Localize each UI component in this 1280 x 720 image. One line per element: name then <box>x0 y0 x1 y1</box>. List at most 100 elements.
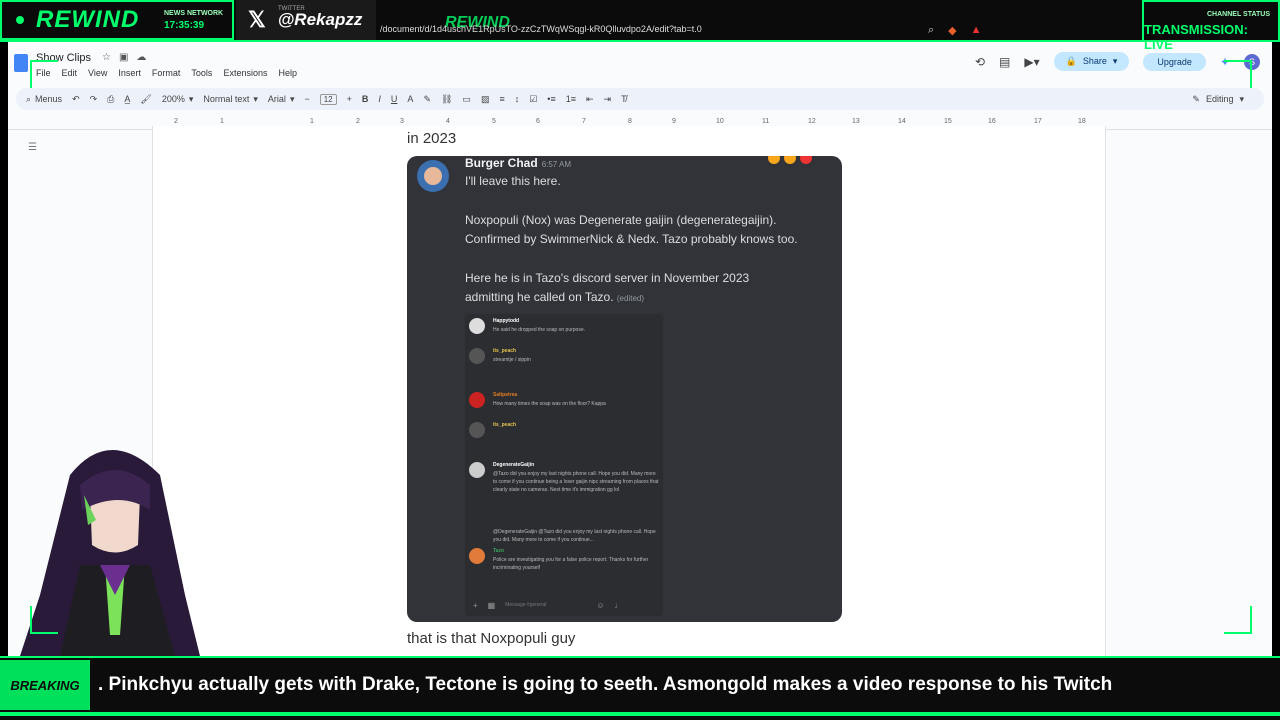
embed-username: DegenerateGaijin <box>493 462 535 468</box>
message-line: Noxpopuli (Nox) was Degenerate gaijin (d… <box>465 213 777 227</box>
avatar <box>469 462 485 478</box>
paint-format-icon[interactable]: 🖌 <box>140 94 151 105</box>
share-button[interactable]: 🔒 Share ▾ <box>1053 52 1130 71</box>
document-page[interactable]: in 2023 Burger Chad 6:57 AM I'll leave th… <box>152 126 1106 666</box>
lock-icon: 🔒 <box>1065 56 1077 66</box>
numbered-list-icon[interactable]: 1≡ <box>566 94 576 104</box>
style-value: Normal text <box>203 94 250 104</box>
zoom-value: 200% <box>161 94 185 104</box>
embed-text: streamtje / sippin <box>493 357 531 363</box>
spellcheck-icon[interactable]: A̲ <box>124 94 130 104</box>
menu-help[interactable]: Help <box>278 68 297 78</box>
message-line: admitting he called on Tazo. (edited) <box>465 288 644 308</box>
chevron-down-icon: ▾ <box>1112 56 1118 66</box>
message-line: Here he is in Tazo's discord server in N… <box>465 271 750 285</box>
embed-username: Saltpetrea <box>493 392 518 398</box>
font-size-input[interactable]: 12 <box>319 93 337 105</box>
warning-icon[interactable]: ▲ <box>971 24 982 37</box>
redo-icon[interactable]: ↷ <box>90 94 98 105</box>
undo-icon[interactable]: ↶ <box>72 94 80 105</box>
meet-icon[interactable]: ▶▾ <box>1024 55 1039 69</box>
message-line: Confirmed by SwimmerNick & Nedx. Tazo pr… <box>465 232 798 246</box>
header-actions: ⟲ ▤ ▶▾ 🔒 Share ▾ Upgrade ✦ S <box>975 52 1260 71</box>
decrease-font-icon[interactable]: − <box>304 94 309 104</box>
address-bar[interactable]: /document/d/1d4uschVE1RpUsTO-zzCzTWqWSqg… <box>380 24 702 34</box>
zoom-select[interactable]: 200% ▾ <box>162 94 194 105</box>
align-icon[interactable]: ≡ <box>499 94 504 104</box>
chevron-down-icon: ▾ <box>289 93 295 104</box>
italic-icon[interactable]: I <box>378 94 381 104</box>
text-color-icon[interactable]: A <box>407 94 413 104</box>
line-spacing-icon[interactable]: ↕ <box>515 94 520 104</box>
embed-text: Police are investigating you for a false… <box>493 557 649 571</box>
star-icon[interactable]: ☆ <box>102 52 111 63</box>
clock: 17:35:39 <box>164 20 205 31</box>
search-icon: ⌕ <box>26 93 32 104</box>
embed-text: How many times the soap was on the floor… <box>493 401 606 407</box>
browser-icons: ⌕ ◆ ▲ <box>928 24 982 37</box>
ruler-tick: 6 <box>536 118 540 125</box>
zoom-icon[interactable]: ⌕ <box>928 24 934 37</box>
message-text: admitting he called on Tazo. <box>465 290 614 304</box>
upgrade-button[interactable]: Upgrade <box>1143 52 1206 71</box>
highlight-icon[interactable]: ✎ <box>423 94 431 105</box>
ruler-tick: 12 <box>808 118 816 125</box>
menu-format[interactable]: Format <box>152 68 181 78</box>
print-icon[interactable]: ⎙ <box>107 94 114 105</box>
checklist-icon[interactable]: ☑ <box>529 94 537 105</box>
x-logo-icon: 𝕏 <box>248 7 266 32</box>
docs-logo-icon[interactable] <box>14 54 28 72</box>
link-icon[interactable]: ⛓ <box>441 94 452 105</box>
discord-screenshot[interactable]: Burger Chad 6:57 AM I'll leave this here.… <box>407 156 842 622</box>
chevron-down-icon: ▾ <box>1239 93 1244 104</box>
ruler-tick: 15 <box>944 118 952 125</box>
doc-header: Show Clips ☆ ▣ ☁ File Edit View Insert F… <box>8 42 1272 88</box>
outline-icon[interactable]: ☰ <box>28 142 37 153</box>
clear-format-icon[interactable]: T̸ <box>621 94 627 104</box>
style-select[interactable]: Normal text ▾ <box>203 94 258 105</box>
paragraph-after[interactable]: that is that Noxpopuli guy <box>407 630 575 647</box>
history-icon[interactable]: ⟲ <box>975 55 985 69</box>
ruler-tick: 13 <box>852 118 860 125</box>
bullet-list-icon[interactable]: •≡ <box>547 94 555 104</box>
embed-username: Happytodd <box>493 318 520 324</box>
twitter-box: 𝕏 TWITTER @Rekapzz <box>236 0 376 40</box>
menu-extensions[interactable]: Extensions <box>223 68 267 78</box>
paragraph-before[interactable]: in 2023 <box>407 130 456 147</box>
menu-view[interactable]: View <box>88 68 107 78</box>
comments-icon[interactable]: ▤ <box>999 55 1010 69</box>
frame-corner <box>1224 60 1252 88</box>
pencil-icon: ✎ <box>1192 93 1200 104</box>
search-menus[interactable]: ⌕ Menus <box>26 94 62 105</box>
embed-text: @Tazo did you enjoy my last nights phone… <box>493 471 659 493</box>
underline-icon[interactable]: U <box>391 94 398 104</box>
image-icon[interactable]: ▨ <box>481 94 490 105</box>
ruler-tick: 18 <box>1078 118 1086 125</box>
font-select[interactable]: Arial ▾ <box>268 94 295 105</box>
bold-icon[interactable]: B <box>362 94 369 104</box>
menu-tools[interactable]: Tools <box>191 68 212 78</box>
shield-icon[interactable]: ◆ <box>948 24 956 37</box>
indent-decrease-icon[interactable]: ⇤ <box>586 94 594 105</box>
live-dot-icon <box>16 16 24 24</box>
chevron-down-icon: ▾ <box>188 93 194 104</box>
ruler-tick: 14 <box>898 118 906 125</box>
cloud-status-icon[interactable]: ☁ <box>136 52 146 63</box>
embed-username: its_peach <box>493 348 517 354</box>
chevron-down-icon: ▾ <box>253 93 258 104</box>
discord-username: Burger Chad 6:57 AM <box>465 156 571 170</box>
twitter-label: TWITTER <box>278 6 305 12</box>
ruler-tick: 2 <box>356 118 360 125</box>
move-folder-icon[interactable]: ▣ <box>119 52 128 63</box>
indent-increase-icon[interactable]: ⇥ <box>604 94 612 105</box>
embed-input-placeholder: Message #general <box>505 602 547 608</box>
increase-font-icon[interactable]: + <box>347 94 352 104</box>
editing-mode-select[interactable]: ✎ Editing ▾ <box>1192 94 1244 105</box>
gift-icon: ▦ <box>487 600 496 610</box>
comment-icon[interactable]: ▭ <box>462 94 471 105</box>
menu-edit[interactable]: Edit <box>62 68 78 78</box>
menu-insert[interactable]: Insert <box>118 68 141 78</box>
reactions <box>768 156 812 164</box>
frame-corner <box>30 606 58 634</box>
font-value: Arial <box>267 94 286 104</box>
